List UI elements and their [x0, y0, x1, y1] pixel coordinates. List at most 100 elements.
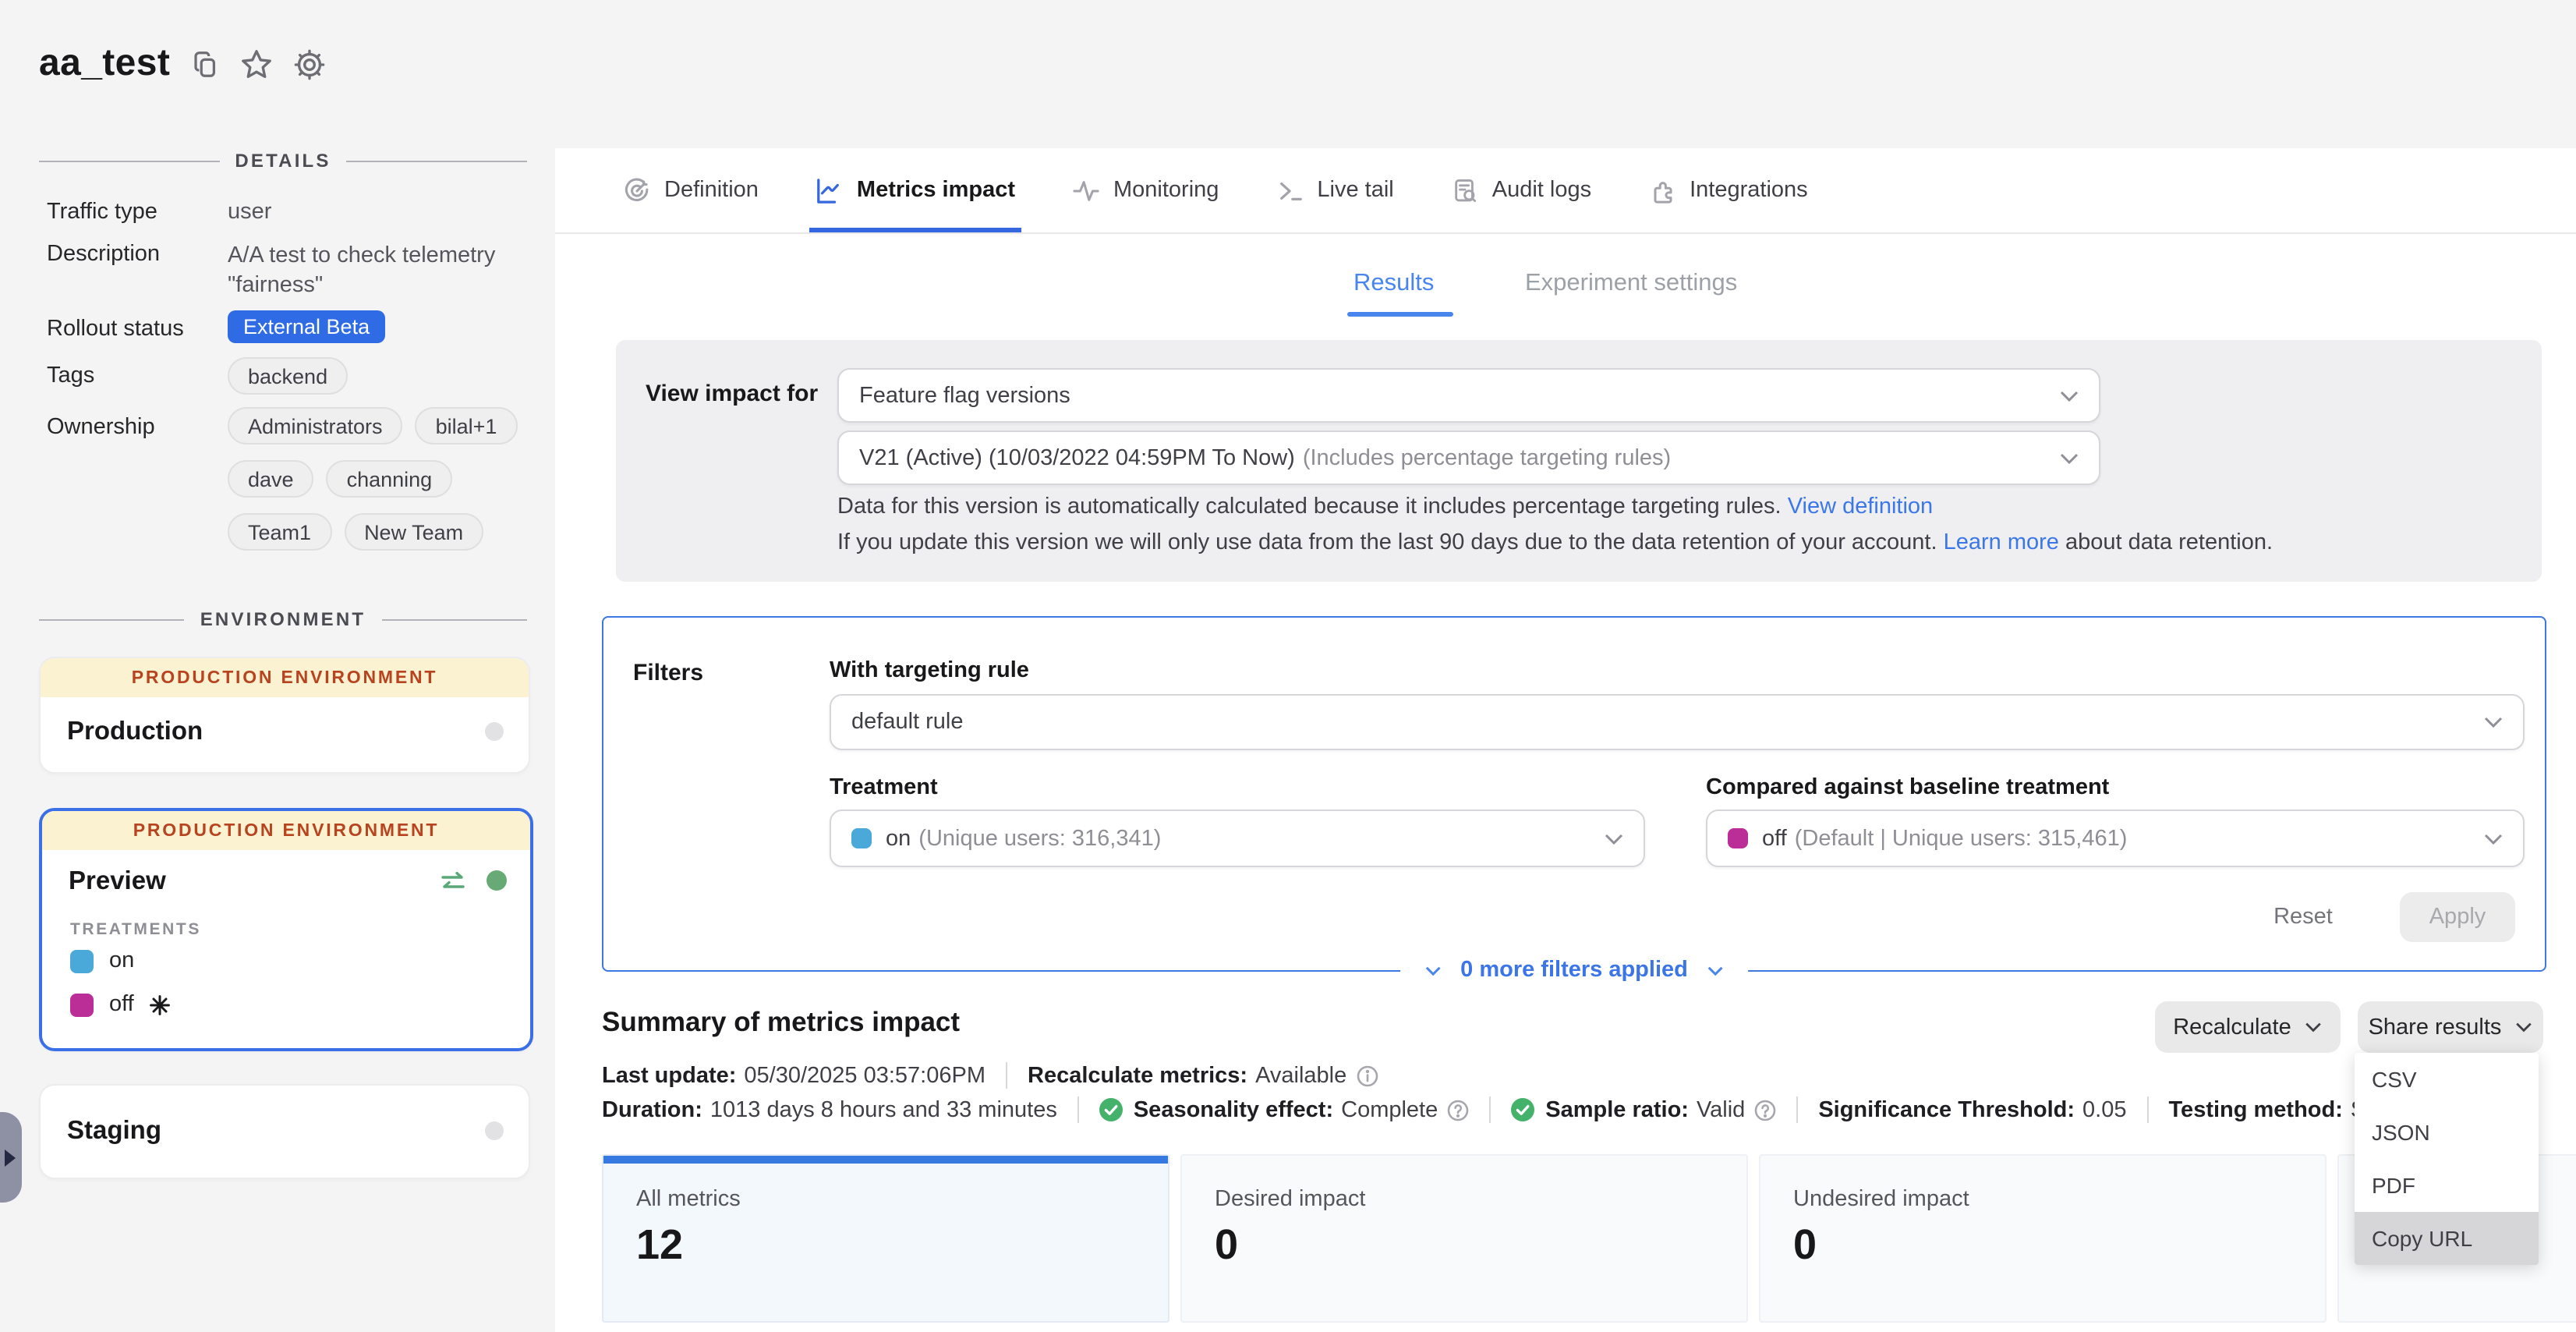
question-icon[interactable]: [1754, 1099, 1776, 1121]
tab-audit-logs[interactable]: Audit logs: [1452, 148, 1591, 232]
production-env-banner: PRODUCTION ENVIRONMENT: [42, 811, 530, 850]
menu-item-copy-url[interactable]: Copy URL: [2355, 1212, 2539, 1265]
tab-metrics-impact[interactable]: Metrics impact: [816, 148, 1015, 232]
puzzle-icon: [1649, 177, 1675, 204]
info-icon[interactable]: [1356, 1065, 1378, 1086]
treatment-select-meta: (Unique users: 316,341): [918, 826, 1161, 851]
seasonality-value: Complete: [1341, 1097, 1438, 1122]
view-impact-panel: View impact for Feature flag versions V2…: [616, 340, 2542, 582]
more-filters-toggle[interactable]: 0 more filters applied: [1399, 953, 1749, 987]
sync-arrows-icon: [440, 872, 466, 892]
menu-item-csv[interactable]: CSV: [2355, 1053, 2539, 1106]
sidebar-collapse-handle[interactable]: [0, 1112, 22, 1203]
tab-live-tail[interactable]: Live tail: [1276, 148, 1393, 232]
subtab-experiment-settings[interactable]: Experiment settings: [1525, 270, 1737, 298]
metric-cards-row: All metrics 12 Desired impact 0 Undesire…: [602, 1154, 2576, 1323]
owner-pill[interactable]: Administrators: [228, 407, 403, 445]
significance-label: Significance Threshold:: [1818, 1097, 2075, 1122]
rollout-status-badge[interactable]: External Beta: [228, 310, 385, 343]
treatment-select-value: on: [886, 826, 911, 851]
note1-text: Data for this version is automatically c…: [837, 494, 1782, 519]
check-circle-icon: [1099, 1098, 1123, 1121]
flag-titlebar: aa_test: [39, 42, 326, 86]
owner-pill[interactable]: New Team: [344, 513, 483, 551]
targeting-rule-value: default rule: [851, 710, 964, 735]
owner-pill[interactable]: dave: [228, 460, 314, 498]
chevron-down-icon: [1605, 832, 1623, 845]
tag-pill[interactable]: backend: [228, 357, 348, 395]
learn-more-link[interactable]: Learn more: [1944, 530, 2059, 555]
check-circle-icon: [1511, 1098, 1534, 1121]
tab-label: Audit logs: [1492, 178, 1591, 203]
details-divider: DETAILS: [39, 150, 527, 172]
duration-label: Duration:: [602, 1097, 702, 1122]
chevron-down-icon: [1424, 965, 1440, 976]
metric-card-label: Undesired impact: [1793, 1187, 1969, 1212]
apply-button[interactable]: Apply: [2400, 892, 2515, 942]
view-definition-link[interactable]: View definition: [1788, 494, 1934, 519]
recalc-metrics-value: Available: [1255, 1063, 1346, 1088]
share-results-button[interactable]: Share results: [2358, 1001, 2543, 1053]
env-card-production[interactable]: PRODUCTION ENVIRONMENT Production: [39, 657, 530, 774]
description-value: A/A test to check telemetry "fairness": [228, 242, 518, 301]
chevron-down-icon: [1708, 965, 1724, 976]
question-icon[interactable]: [1447, 1099, 1469, 1121]
treatment-select[interactable]: on (Unique users: 316,341): [830, 809, 1645, 867]
menu-item-pdf[interactable]: PDF: [2355, 1159, 2539, 1212]
production-env-banner: PRODUCTION ENVIRONMENT: [41, 658, 529, 697]
metric-card-value: 12: [636, 1221, 683, 1270]
owner-pill[interactable]: bilal+1: [416, 407, 518, 445]
recalculate-button[interactable]: Recalculate: [2155, 1001, 2341, 1053]
last-update-label: Last update:: [602, 1063, 736, 1088]
env-status-dot: [485, 722, 504, 741]
description-label: Description: [47, 242, 160, 267]
chevron-down-icon: [2484, 832, 2503, 845]
treatment-off-label: off: [109, 992, 134, 1017]
metric-card-all-metrics[interactable]: All metrics 12: [602, 1154, 1169, 1323]
copy-icon[interactable]: [190, 49, 220, 79]
owner-pill[interactable]: Team1: [228, 513, 331, 551]
impact-version-value: V21 (Active) (10/03/2022 04:59PM To Now): [859, 445, 1295, 470]
env-card-staging[interactable]: Staging: [39, 1084, 530, 1179]
tab-label: Live tail: [1317, 178, 1393, 203]
impact-scope-select[interactable]: Feature flag versions: [837, 368, 2100, 423]
tags-label: Tags: [47, 363, 94, 388]
summary-meta-line-2: Duration: 1013 days 8 hours and 33 minut…: [602, 1096, 2391, 1123]
tab-label: Integrations: [1690, 178, 1808, 203]
ownership-label: Ownership: [47, 415, 155, 440]
tab-monitoring[interactable]: Monitoring: [1073, 148, 1219, 232]
results-underline: [1347, 312, 1453, 317]
treatment-on-swatch: [851, 828, 872, 848]
subtab-results[interactable]: Results: [1353, 270, 1434, 298]
traffic-type-label: Traffic type: [47, 200, 157, 225]
star-icon[interactable]: [240, 48, 273, 80]
metric-card-undesired-impact[interactable]: Undesired impact 0: [1759, 1154, 2327, 1323]
significance-value: 0.05: [2082, 1097, 2126, 1122]
env-status-dot-active: [487, 870, 507, 891]
sample-ratio-value: Valid: [1697, 1097, 1745, 1122]
owner-pill[interactable]: channing: [327, 460, 453, 498]
impact-version-select[interactable]: V21 (Active) (10/03/2022 04:59PM To Now)…: [837, 430, 2100, 485]
page-title: aa_test: [39, 42, 170, 86]
reset-button[interactable]: Reset: [2249, 905, 2358, 930]
details-heading: DETAILS: [235, 150, 331, 172]
target-icon: [624, 177, 650, 204]
chevron-down-icon: [2060, 452, 2079, 464]
env-name-preview: Preview: [69, 867, 166, 897]
summary-title: Summary of metrics impact: [602, 1006, 960, 1039]
env-card-preview[interactable]: PRODUCTION ENVIRONMENT Preview TREATMENT…: [39, 808, 533, 1051]
tab-definition[interactable]: Definition: [624, 148, 759, 232]
treatment-row-on: on: [70, 948, 134, 973]
baseline-label: Compared against baseline treatment: [1706, 775, 2109, 800]
treatments-label: TREATMENTS: [70, 920, 201, 939]
tab-integrations[interactable]: Integrations: [1649, 148, 1808, 232]
note2-text: If you update this version we will only …: [837, 530, 1937, 555]
tab-label: Monitoring: [1113, 178, 1219, 203]
menu-item-json[interactable]: JSON: [2355, 1106, 2539, 1159]
baseline-select[interactable]: off (Default | Unique users: 315,461): [1706, 809, 2525, 867]
targeting-rule-select[interactable]: default rule: [830, 694, 2525, 750]
chevron-down-icon: [2515, 1022, 2532, 1033]
metric-card-desired-impact[interactable]: Desired impact 0: [1180, 1154, 1748, 1323]
metric-card-label: Desired impact: [1215, 1187, 1365, 1212]
gear-icon[interactable]: [293, 48, 326, 80]
